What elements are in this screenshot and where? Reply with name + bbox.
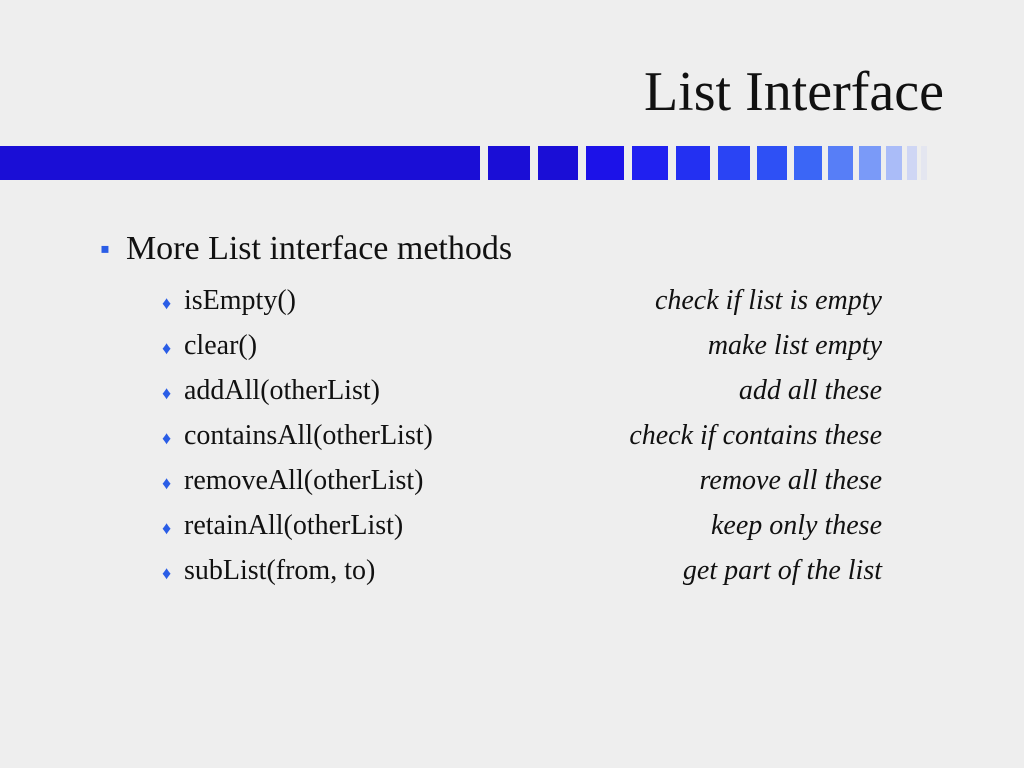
square-bullet-icon: ▪ <box>100 236 110 264</box>
method-name: removeAll(otherList) <box>184 460 423 502</box>
method-name: clear() <box>184 325 257 367</box>
level1-bullet: ▪ More List interface methods <box>100 230 944 268</box>
stripe-gap <box>624 146 632 180</box>
stripe-blocks <box>480 146 927 180</box>
stripe-block <box>828 146 853 180</box>
stripe-gap <box>750 146 757 180</box>
stripe-block <box>538 146 578 180</box>
decorative-stripe <box>0 146 1024 180</box>
stripe-block <box>488 146 530 180</box>
diamond-bullet-icon: ♦ <box>162 335 184 362</box>
stripe-block <box>859 146 881 180</box>
slide: List Interface ▪ More List interface met… <box>0 0 1024 768</box>
stripe-gap <box>480 146 488 180</box>
stripe-block <box>757 146 787 180</box>
method-description: check if contains these <box>629 415 882 457</box>
stripe-block <box>632 146 668 180</box>
method-description: get part of the list <box>683 550 882 592</box>
method-list: ♦isEmpty()check if list is empty♦clear()… <box>162 280 882 592</box>
method-name: subList(from, to) <box>184 550 375 592</box>
stripe-block <box>718 146 750 180</box>
level1-text: More List interface methods <box>126 230 512 268</box>
list-item: ♦clear() make list empty <box>162 325 882 367</box>
stripe-block <box>676 146 710 180</box>
method-description: keep only these <box>711 505 882 547</box>
method-name: addAll(otherList) <box>184 370 380 412</box>
list-item: ♦addAll(otherList) add all these <box>162 370 882 412</box>
list-item: ♦removeAll(otherList) remove all these <box>162 460 882 502</box>
stripe-block <box>794 146 822 180</box>
method-description: add all these <box>739 370 882 412</box>
diamond-bullet-icon: ♦ <box>162 290 184 317</box>
method-description: check if list is empty <box>655 280 882 322</box>
stripe-gap <box>710 146 718 180</box>
stripe-gap <box>530 146 538 180</box>
diamond-bullet-icon: ♦ <box>162 380 184 407</box>
list-item: ♦containsAll(otherList) check if contains… <box>162 415 882 457</box>
page-title: List Interface <box>644 60 944 124</box>
content: ▪ More List interface methods ♦isEmpty()… <box>100 230 944 595</box>
method-name: containsAll(otherList) <box>184 415 433 457</box>
stripe-gap <box>668 146 676 180</box>
method-description: remove all these <box>700 460 882 502</box>
stripe-gap <box>578 146 586 180</box>
list-item: ♦isEmpty() check if list is empty <box>162 280 882 322</box>
list-item: ♦subList(from, to) get part of the list <box>162 550 882 592</box>
stripe-block <box>586 146 624 180</box>
stripe-block <box>921 146 927 180</box>
stripe-block <box>886 146 902 180</box>
method-description: make list empty <box>708 325 882 367</box>
stripe-solid <box>0 146 480 180</box>
stripe-gap <box>787 146 794 180</box>
diamond-bullet-icon: ♦ <box>162 515 184 542</box>
list-item: ♦retainAll(otherList) keep only these <box>162 505 882 547</box>
diamond-bullet-icon: ♦ <box>162 470 184 497</box>
diamond-bullet-icon: ♦ <box>162 425 184 452</box>
method-name: retainAll(otherList) <box>184 505 403 547</box>
diamond-bullet-icon: ♦ <box>162 560 184 587</box>
method-name: isEmpty() <box>184 280 296 322</box>
stripe-block <box>907 146 917 180</box>
